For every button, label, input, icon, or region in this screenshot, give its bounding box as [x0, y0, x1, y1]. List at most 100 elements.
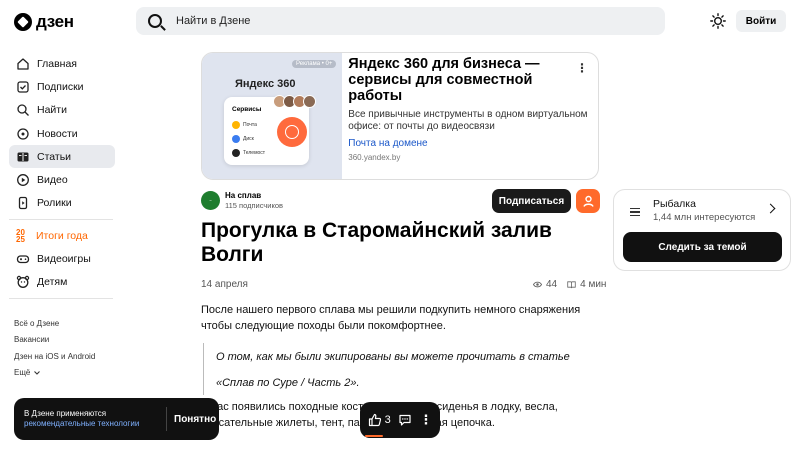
- article-read-time: 4 мин: [580, 279, 607, 290]
- ad-image: Реклама • 0+ Яндекс 360 Сервисы Почта Ди…: [202, 53, 343, 179]
- topic-card: Рыбалка 1,44 млн интересуются Следить за…: [613, 189, 791, 271]
- footer-link-jobs[interactable]: Вакансии: [14, 332, 95, 349]
- sun-icon[interactable]: [710, 13, 726, 29]
- article-meta: 44 4 мин: [533, 279, 606, 290]
- ad-description: Все привычные инструменты в одном виртуа…: [348, 109, 588, 132]
- menu-icon: [630, 208, 640, 216]
- topic-name[interactable]: Рыбалка: [653, 198, 696, 210]
- sidebar-item-label: Новости: [37, 127, 78, 140]
- book-icon: [567, 281, 576, 289]
- chat-bubble-icon: [277, 117, 307, 147]
- thumbs-up-icon: [368, 413, 381, 427]
- chevron-down-icon: [34, 370, 41, 375]
- ad-card-row: Телемост: [232, 149, 265, 157]
- sidebar-item-label: Статьи: [37, 150, 72, 163]
- ad-card-row: Диск: [232, 135, 254, 143]
- cookie-notice: В Дзене применяются рекомендательные тех…: [14, 398, 219, 440]
- sidebar-item-label: Главная: [37, 57, 77, 70]
- cookie-divider: [166, 407, 167, 431]
- ad-body: Яндекс 360 для бизнеса — сервисы для сов…: [342, 53, 598, 179]
- donate-button[interactable]: [576, 189, 600, 213]
- eye-icon: [533, 281, 542, 288]
- ad-card-row: Почта: [232, 121, 257, 129]
- more-vertical-icon[interactable]: ⋮: [576, 61, 588, 75]
- login-button[interactable]: Войти: [736, 10, 786, 32]
- video-icon: [17, 174, 29, 187]
- like-count: 3: [384, 414, 391, 426]
- sidebar-item-label: Подписки: [37, 80, 84, 93]
- sidebar-item-clips[interactable]: Ролики: [9, 192, 115, 215]
- year-badge-icon: 20 25: [16, 227, 25, 244]
- article-date: 14 апреля: [201, 279, 248, 290]
- dzen-logo-icon: [14, 13, 32, 31]
- follow-topic-button[interactable]: Следить за темой: [623, 232, 782, 262]
- articles-icon: [17, 152, 29, 162]
- ad-avatars: [273, 95, 316, 108]
- clips-icon: [18, 197, 28, 210]
- footer-link-more[interactable]: Ещё: [14, 365, 95, 382]
- comment-icon[interactable]: [398, 413, 412, 427]
- ad-card-title: Сервисы: [232, 106, 262, 113]
- subscribe-button[interactable]: Подписаться: [492, 189, 571, 213]
- avatar: [303, 95, 316, 108]
- quote-line: О том, как мы были экипированы вы можете…: [216, 351, 570, 363]
- search-icon: [17, 104, 29, 117]
- footer-link-about[interactable]: Всё о Дзене: [14, 315, 95, 332]
- cookie-link[interactable]: рекомендательные технологии: [24, 419, 139, 428]
- ad-title[interactable]: Яндекс 360 для бизнеса — сервисы для сов…: [348, 56, 558, 104]
- search-bar[interactable]: [136, 7, 665, 35]
- search-input[interactable]: [176, 15, 576, 27]
- sidebar-divider: [9, 297, 113, 299]
- home-icon: [17, 57, 29, 70]
- article-title: Прогулка в Старомайнский залив Волги: [201, 219, 552, 266]
- sidebar-item-kids[interactable]: Детям: [9, 271, 115, 294]
- topic-followers: 1,44 млн интересуются: [653, 212, 756, 223]
- article-paragraph: После нашего первого сплава мы решили по…: [201, 304, 581, 332]
- sidebar-item-articles[interactable]: Статьи: [9, 145, 115, 169]
- article-views: 44: [546, 279, 558, 290]
- disk-icon: [232, 135, 240, 143]
- sidebar-item-label: Детям: [37, 276, 68, 289]
- channel-name[interactable]: На сплав: [225, 191, 283, 200]
- ad-banner[interactable]: Реклама • 0+ Яндекс 360 Сервисы Почта Ди…: [201, 52, 599, 180]
- sidebar-item-home[interactable]: Главная: [9, 52, 115, 75]
- channel-info[interactable]: ~ На сплав 115 подписчиков: [201, 191, 283, 210]
- channel-avatar[interactable]: ~: [201, 191, 220, 210]
- quote-link[interactable]: «Сплав по Суре / Часть 2».: [216, 369, 601, 395]
- more-vertical-icon[interactable]: ⋮: [419, 412, 432, 428]
- article-quote: О том, как мы были экипированы вы можете…: [203, 343, 601, 395]
- subscriptions-icon: [17, 81, 29, 93]
- sidebar-item-news[interactable]: Новости: [9, 122, 115, 145]
- article-action-bar: 3 ⋮: [360, 402, 440, 438]
- sidebar-item-label: Найти: [37, 104, 67, 117]
- sidebar-item-search[interactable]: Найти: [9, 99, 115, 122]
- footer-link-apps[interactable]: Дзен на iOS и Android: [14, 348, 95, 365]
- sidebar-item-subscriptions[interactable]: Подписки: [9, 75, 115, 98]
- ad-brand-logo: Яндекс 360: [235, 78, 296, 90]
- cookie-text: В Дзене применяются рекомендательные тех…: [24, 409, 140, 428]
- ad-domain: 360.yandex.by: [348, 153, 401, 162]
- news-icon: [17, 127, 29, 140]
- gamepad-icon: [16, 255, 30, 264]
- cookie-ok-button[interactable]: Понятно: [174, 414, 216, 425]
- ad-link[interactable]: Почта на домене: [348, 138, 598, 149]
- logo-text: дзен: [36, 12, 74, 31]
- sidebar-item-label: Ролики: [37, 197, 72, 210]
- dzen-logo[interactable]: дзен: [14, 12, 74, 32]
- sidebar-item-year-results[interactable]: 20 25 Итоги года: [9, 224, 115, 247]
- search-icon: [148, 14, 162, 28]
- sidebar-item-videogames[interactable]: Видеоигры: [9, 247, 115, 270]
- kids-icon: [16, 276, 30, 289]
- sidebar-footer-links: Всё о Дзене Вакансии Дзен на iOS и Andro…: [14, 315, 95, 381]
- sidebar: Главная Подписки Найти Новости Статьи Ви…: [9, 52, 115, 303]
- chevron-right-icon[interactable]: [765, 203, 776, 214]
- like-button[interactable]: 3: [368, 413, 391, 427]
- telemost-icon: [232, 149, 240, 157]
- sidebar-item-video[interactable]: Видео: [9, 168, 115, 191]
- like-indicator: [365, 435, 383, 437]
- channel-subscribers: 115 подписчиков: [225, 201, 284, 210]
- channel-avatar-mark: ~: [209, 198, 212, 203]
- donate-icon: [582, 195, 594, 207]
- sidebar-item-label: Видео: [37, 174, 68, 187]
- mail-icon: [232, 121, 240, 129]
